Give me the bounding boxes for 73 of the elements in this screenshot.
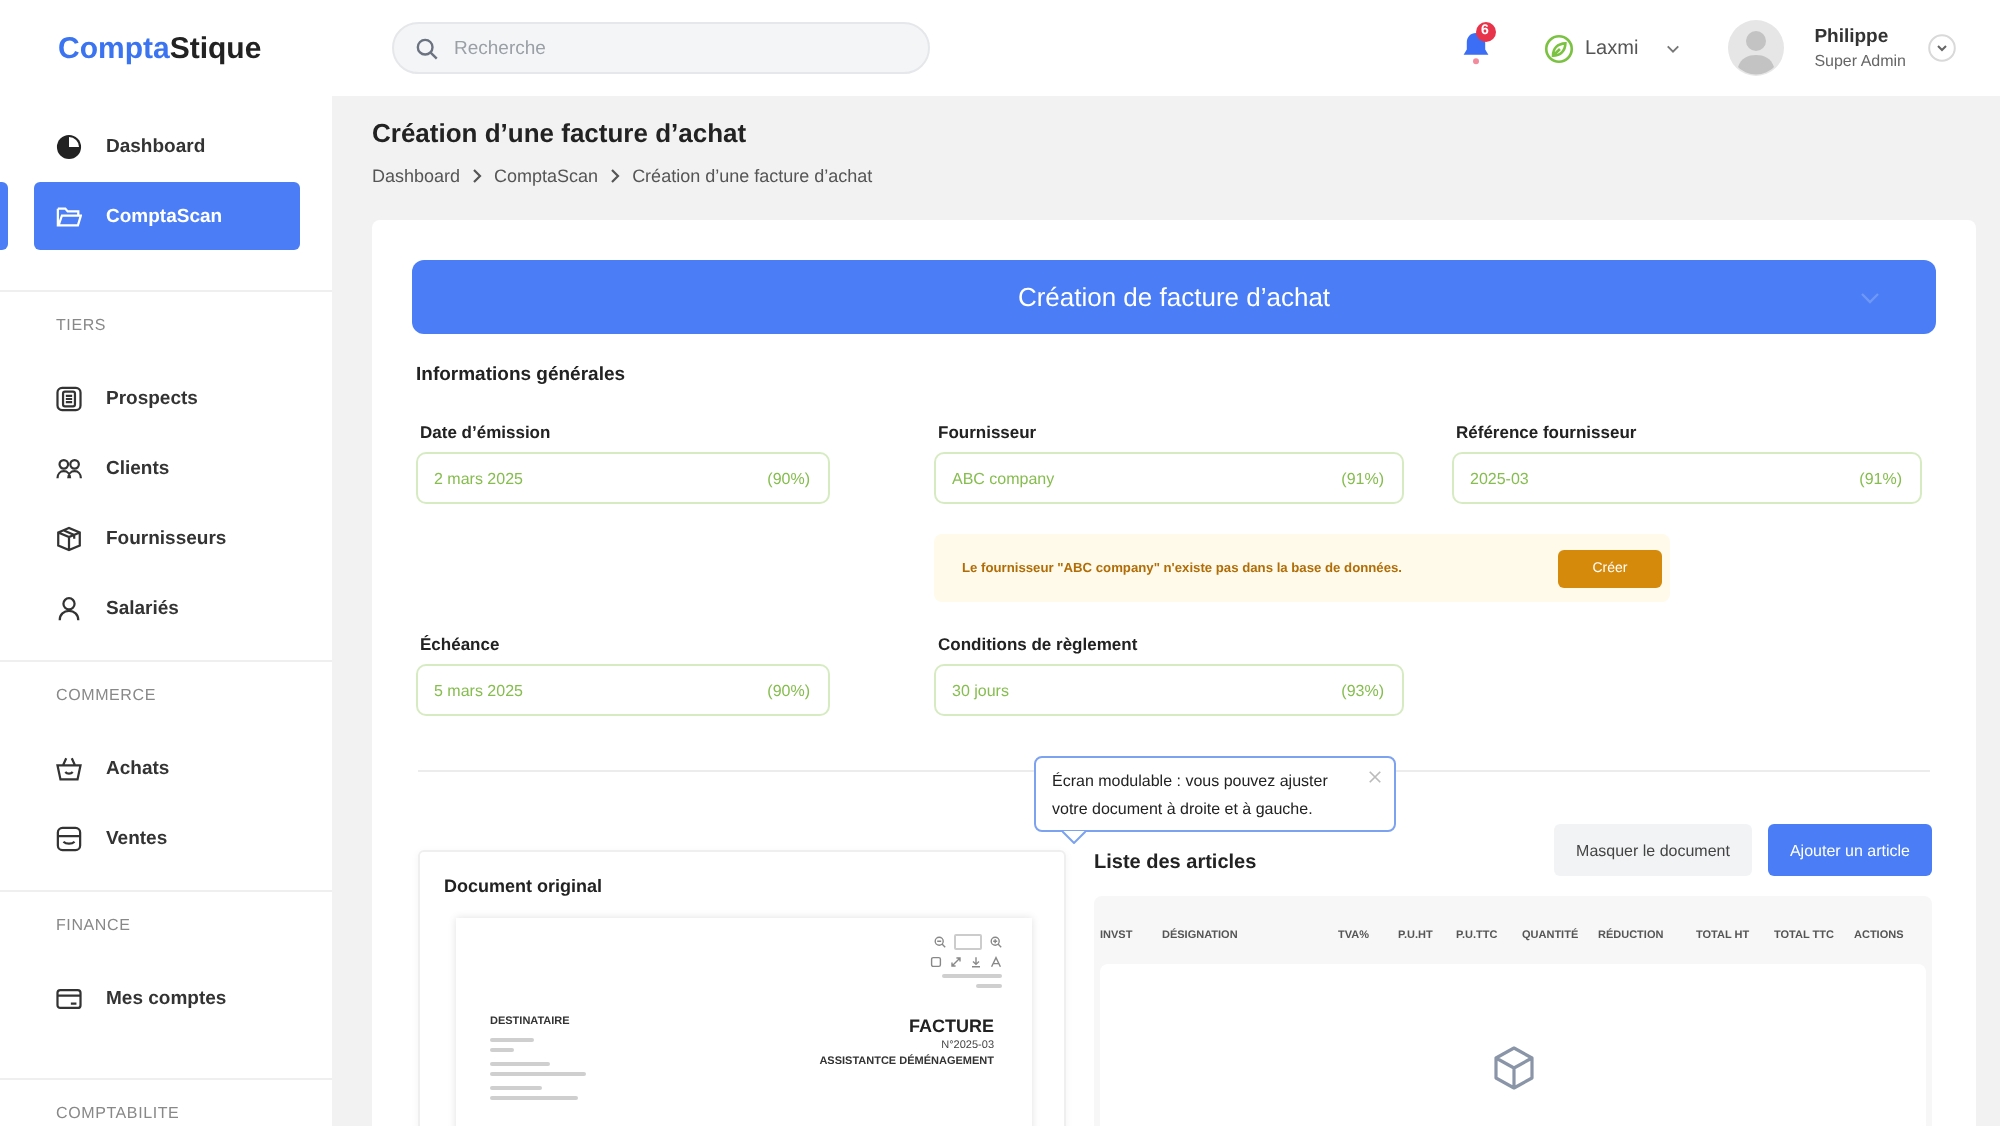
leaf-icon (1543, 33, 1573, 63)
chevron-right-icon (610, 168, 621, 184)
illegible-text-line (490, 1072, 586, 1076)
panel-title: Document original (444, 874, 603, 898)
field-label: Fournisseur (938, 420, 1037, 444)
package-icon (56, 525, 82, 551)
tooltip-text: Écran modulable : vous pouvez ajuster votre document à droite et à gauche. (1052, 770, 1330, 822)
confidence-score: (91%) (1859, 469, 1902, 487)
sidebar-item[interactable]: Achats (34, 734, 300, 802)
field-label: Date d’émission (420, 420, 551, 444)
chevron-down-icon (1860, 292, 1880, 304)
download-icon[interactable] (970, 956, 982, 968)
field-label: Référence fournisseur (1456, 420, 1637, 444)
illegible-text-line (490, 1038, 534, 1042)
add-button[interactable]: Ajouter un article (1767, 824, 1932, 876)
chevron-right-icon (472, 168, 483, 184)
zoom-field[interactable] (954, 934, 982, 950)
sidebar-item[interactable]: Fournisseurs (34, 504, 300, 572)
sidebar-item[interactable]: Prospects (34, 364, 300, 432)
section-heading: FINANCE (56, 916, 131, 936)
search-icon (416, 37, 438, 59)
chevron-down-icon (1666, 43, 1681, 53)
cube-icon (1489, 1044, 1537, 1092)
field-label: Conditions de règlement (938, 632, 1138, 656)
breadcrumb-link[interactable]: ComptaScan (494, 162, 599, 190)
section-heading: COMPTABILITE (56, 1104, 180, 1124)
users-icon (56, 455, 82, 481)
user-role: Super Admin (1814, 52, 1906, 70)
document-list-icon (56, 385, 82, 411)
chevron-down-icon[interactable] (1928, 34, 1956, 62)
expand-icon[interactable] (950, 956, 962, 968)
sidebar-item[interactable]: Mes comptes (34, 964, 300, 1032)
company-switcher[interactable]: Laxmi (1543, 33, 1681, 63)
illegible-text-line (490, 1086, 542, 1090)
basket-icon (56, 755, 82, 781)
page-title: Création d’une facture d’achat (372, 116, 747, 152)
breadcrumb-link[interactable]: Dashboard (372, 162, 461, 190)
section-heading: COMMERCE (56, 686, 156, 706)
sidebar-item[interactable]: Salariés (34, 574, 300, 642)
confidence-score: (90%) (767, 469, 810, 487)
sidebar-item[interactable]: Dashboard (34, 112, 300, 180)
font-icon[interactable] (990, 956, 1002, 968)
card-icon (56, 985, 82, 1011)
section-heading: TIERS (56, 316, 107, 336)
section-title: Informations générales (416, 362, 626, 390)
close-icon[interactable] (1368, 770, 1382, 784)
sidebar-item[interactable]: Clients (34, 434, 300, 502)
pie-chart-icon (56, 133, 82, 159)
toggle-button[interactable]: Masquer le document (1554, 824, 1752, 876)
field-label: Échéance (420, 632, 500, 656)
user-icon (56, 595, 82, 621)
document-type: FACTURE (909, 1016, 994, 1036)
illegible-text-line (490, 1062, 550, 1066)
illegible-text-line (490, 1048, 514, 1052)
app-logo[interactable]: ComptaStique (58, 31, 262, 65)
breadcrumb-current: Création d’une facture d’achat (632, 164, 873, 190)
active-indicator (0, 182, 8, 250)
illegible-text-line (976, 984, 1002, 988)
confidence-score: (90%) (767, 681, 810, 699)
illegible-text-line (490, 1096, 578, 1100)
illegible-text-line (942, 974, 1002, 978)
store-icon (56, 825, 82, 851)
square-icon[interactable] (930, 956, 942, 968)
zoom-in-icon[interactable] (990, 936, 1002, 948)
confidence-score: (93%) (1341, 681, 1384, 699)
sidebar-item[interactable]: ComptaScan (34, 182, 300, 250)
panel-title: Liste des articles (1094, 852, 1257, 876)
zoom-out-icon[interactable] (934, 936, 946, 948)
user-name: Philippe (1814, 26, 1889, 48)
section-header[interactable]: Création de facture d’achat (412, 260, 1936, 334)
confidence-score: (91%) (1341, 469, 1384, 487)
sidebar-item[interactable]: Ventes (34, 804, 300, 872)
folder-icon (56, 203, 82, 229)
